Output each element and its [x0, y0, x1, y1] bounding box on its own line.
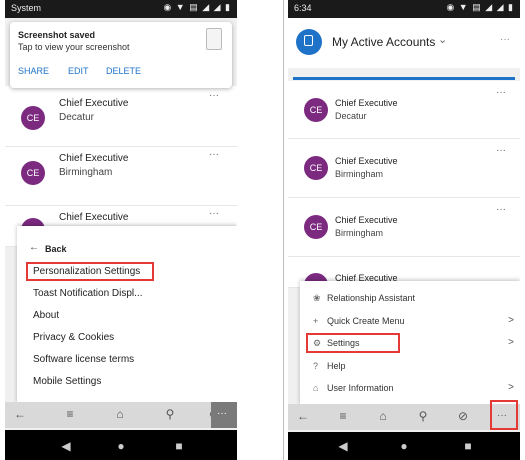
back-arrow-icon[interactable]: ← — [11, 407, 29, 421]
account-avatar: CE — [21, 106, 45, 130]
menu-user-information[interactable]: ⌂ User Information — [313, 383, 394, 393]
more-button[interactable]: ··· — [211, 402, 237, 428]
back-arrow-icon[interactable]: ← — [294, 409, 312, 423]
back-button[interactable]: Back — [45, 244, 67, 254]
account-avatar: CE — [21, 161, 45, 185]
android-nav-bar: ◀ ● ■ — [5, 430, 237, 460]
page-title[interactable]: My Active Accounts — [332, 35, 435, 49]
menu-icon[interactable]: ≡ — [334, 409, 352, 423]
status-time: 6:34 — [294, 3, 312, 13]
highlight-box — [306, 333, 400, 353]
status-icons: ◉ ▼ ▤ ◢ ◢ ▮ — [446, 2, 514, 12]
nav-recents-icon[interactable]: ■ — [164, 430, 194, 460]
home-icon[interactable]: ⌂ — [111, 407, 129, 421]
nav-home-icon[interactable]: ● — [106, 430, 136, 460]
home-icon[interactable]: ⌂ — [374, 409, 392, 423]
account-avatar: CE — [304, 215, 328, 239]
android-nav-bar: ◀ ● ■ — [288, 432, 520, 460]
chevron-right-icon: > — [508, 315, 514, 326]
menu-relationship-assistant[interactable]: ❀ Relationship Assistant — [313, 293, 415, 304]
nav-back-icon[interactable]: ◀ — [328, 432, 358, 460]
screen-divider — [283, 0, 284, 460]
left-phone-screen: System ◉ ▼ ▤ ◢ ◢ ▮ CE Chief Executive De… — [5, 0, 237, 460]
more-menu-sheet: ❀ Relationship Assistant + Quick Create Me… — [300, 281, 520, 405]
screenshot-notification[interactable]: Screenshot saved Tap to view your screen… — [10, 22, 232, 88]
more-icon: ··· — [497, 410, 507, 421]
more-options-icon[interactable]: ··· — [209, 90, 219, 101]
chevron-down-icon[interactable]: ⌄ — [438, 33, 447, 46]
delete-button[interactable]: DELETE — [106, 66, 141, 76]
account-name: Chief Executive — [59, 212, 129, 223]
share-button[interactable]: SHARE — [18, 66, 49, 76]
menu-software-license[interactable]: Software license terms — [33, 354, 134, 365]
menu-quick-create[interactable]: + Quick Create Menu — [313, 316, 405, 326]
chevron-right-icon: > — [508, 382, 514, 393]
more-options-icon[interactable]: ··· — [209, 208, 219, 219]
more-options-icon[interactable]: ··· — [209, 149, 219, 160]
account-entity-icon[interactable] — [296, 29, 322, 55]
right-phone-screen: 6:34 ◉ ▼ ▤ ◢ ◢ ▮ My Active Accounts ⌄ ··… — [288, 0, 520, 460]
account-card-birmingham-2[interactable]: CE Chief Executive Birmingham ··· — [288, 198, 520, 257]
account-card-decatur[interactable]: CE Chief Executive Decatur ··· — [288, 81, 520, 139]
notification-subtitle: Tap to view your screenshot — [18, 42, 130, 52]
account-city: Decatur — [59, 112, 95, 123]
account-name: Chief Executive — [335, 156, 398, 166]
status-bar: 6:34 ◉ ▼ ▤ ◢ ◢ ▮ — [288, 0, 520, 18]
account-city: Birmingham — [59, 167, 113, 178]
account-city: Birmingham — [335, 169, 384, 179]
account-card-birmingham[interactable]: CE Chief Executive Birmingham ··· — [288, 139, 520, 198]
account-city: Decatur — [335, 111, 367, 121]
back-arrow-icon[interactable]: ← — [29, 242, 39, 253]
menu-icon[interactable]: ≡ — [61, 407, 79, 421]
chevron-right-icon: > — [508, 337, 514, 348]
user-icon: ⌂ — [313, 383, 319, 393]
nav-home-icon[interactable]: ● — [389, 432, 419, 460]
menu-privacy-cookies[interactable]: Privacy & Cookies — [33, 332, 114, 343]
help-icon: ? — [313, 361, 319, 371]
more-button[interactable]: ··· — [490, 400, 518, 430]
more-icon: ··· — [217, 408, 227, 419]
menu-toast-notification[interactable]: Toast Notification Displ... — [33, 288, 143, 299]
bottom-toolbar: ← ≡ ⌂ ⚲ ⊘ ··· — [288, 400, 520, 430]
app-header: My Active Accounts ⌄ ··· — [288, 18, 520, 68]
status-icons: ◉ ▼ ▤ ◢ ◢ ▮ — [163, 2, 231, 12]
account-name: Chief Executive — [335, 215, 398, 225]
account-card-decatur[interactable]: CE Chief Executive Decatur ··· — [5, 86, 237, 147]
settings-menu-sheet: ← Back Personalization Settings Toast No… — [17, 226, 237, 404]
menu-mobile-settings[interactable]: Mobile Settings — [33, 376, 101, 387]
list-accent-bar — [293, 77, 515, 80]
more-options-icon[interactable]: ··· — [496, 204, 506, 215]
account-avatar: CE — [304, 156, 328, 180]
account-card-birmingham[interactable]: CE Chief Executive Birmingham ··· — [5, 147, 237, 206]
more-options-icon[interactable]: ··· — [496, 87, 506, 98]
search-icon[interactable]: ⚲ — [161, 407, 179, 421]
bulb-icon: ❀ — [313, 293, 321, 303]
nav-back-icon[interactable]: ◀ — [51, 430, 81, 460]
status-bar: System ◉ ▼ ▤ ◢ ◢ ▮ — [5, 0, 237, 18]
more-options-icon[interactable]: ··· — [500, 34, 510, 45]
nav-recents-icon[interactable]: ■ — [453, 432, 483, 460]
compass-icon[interactable]: ⊘ — [454, 409, 472, 423]
highlight-box — [26, 262, 154, 281]
account-city: Birmingham — [335, 228, 384, 238]
account-name: Chief Executive — [59, 98, 129, 109]
search-icon[interactable]: ⚲ — [414, 409, 432, 423]
edit-button[interactable]: EDIT — [68, 66, 89, 76]
notification-title: Screenshot saved — [18, 30, 96, 40]
plus-icon: + — [313, 316, 319, 326]
account-name: Chief Executive — [59, 153, 129, 164]
account-name: Chief Executive — [335, 98, 398, 108]
account-avatar: CE — [304, 98, 328, 122]
more-options-icon[interactable]: ··· — [496, 145, 506, 156]
menu-help[interactable]: ? Help — [313, 361, 346, 371]
status-app-name: System — [11, 3, 42, 13]
bottom-toolbar: ← ≡ ⌂ ⚲ ⊘ ··· — [5, 402, 237, 428]
menu-about[interactable]: About — [33, 310, 59, 321]
screenshot-thumbnail[interactable] — [206, 28, 222, 50]
